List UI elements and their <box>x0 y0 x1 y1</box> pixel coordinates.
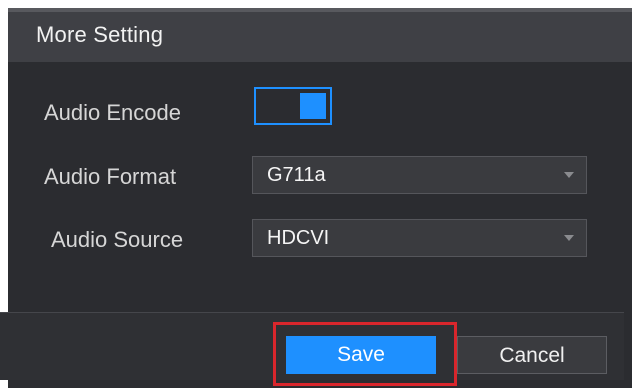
audio-format-select[interactable]: G711a <box>252 156 587 194</box>
titlebar-top-strip <box>8 8 632 12</box>
audio-format-label: Audio Format <box>44 164 177 189</box>
toggle-knob <box>300 93 326 119</box>
dialog-title: More Setting <box>36 22 164 47</box>
dialog-titlebar: More Setting <box>8 8 632 62</box>
audio-source-select[interactable]: HDCVI <box>252 219 587 257</box>
cancel-button[interactable]: Cancel <box>457 336 607 374</box>
save-highlight-box <box>273 322 457 386</box>
audio-encode-toggle[interactable] <box>254 87 332 125</box>
chevron-down-icon <box>564 235 574 241</box>
audio-format-value: G711a <box>267 164 326 186</box>
audio-source-value: HDCVI <box>267 227 330 249</box>
audio-encode-label: Audio Encode <box>44 100 181 125</box>
chevron-down-icon <box>564 172 574 178</box>
audio-source-label: Audio Source <box>51 227 184 252</box>
